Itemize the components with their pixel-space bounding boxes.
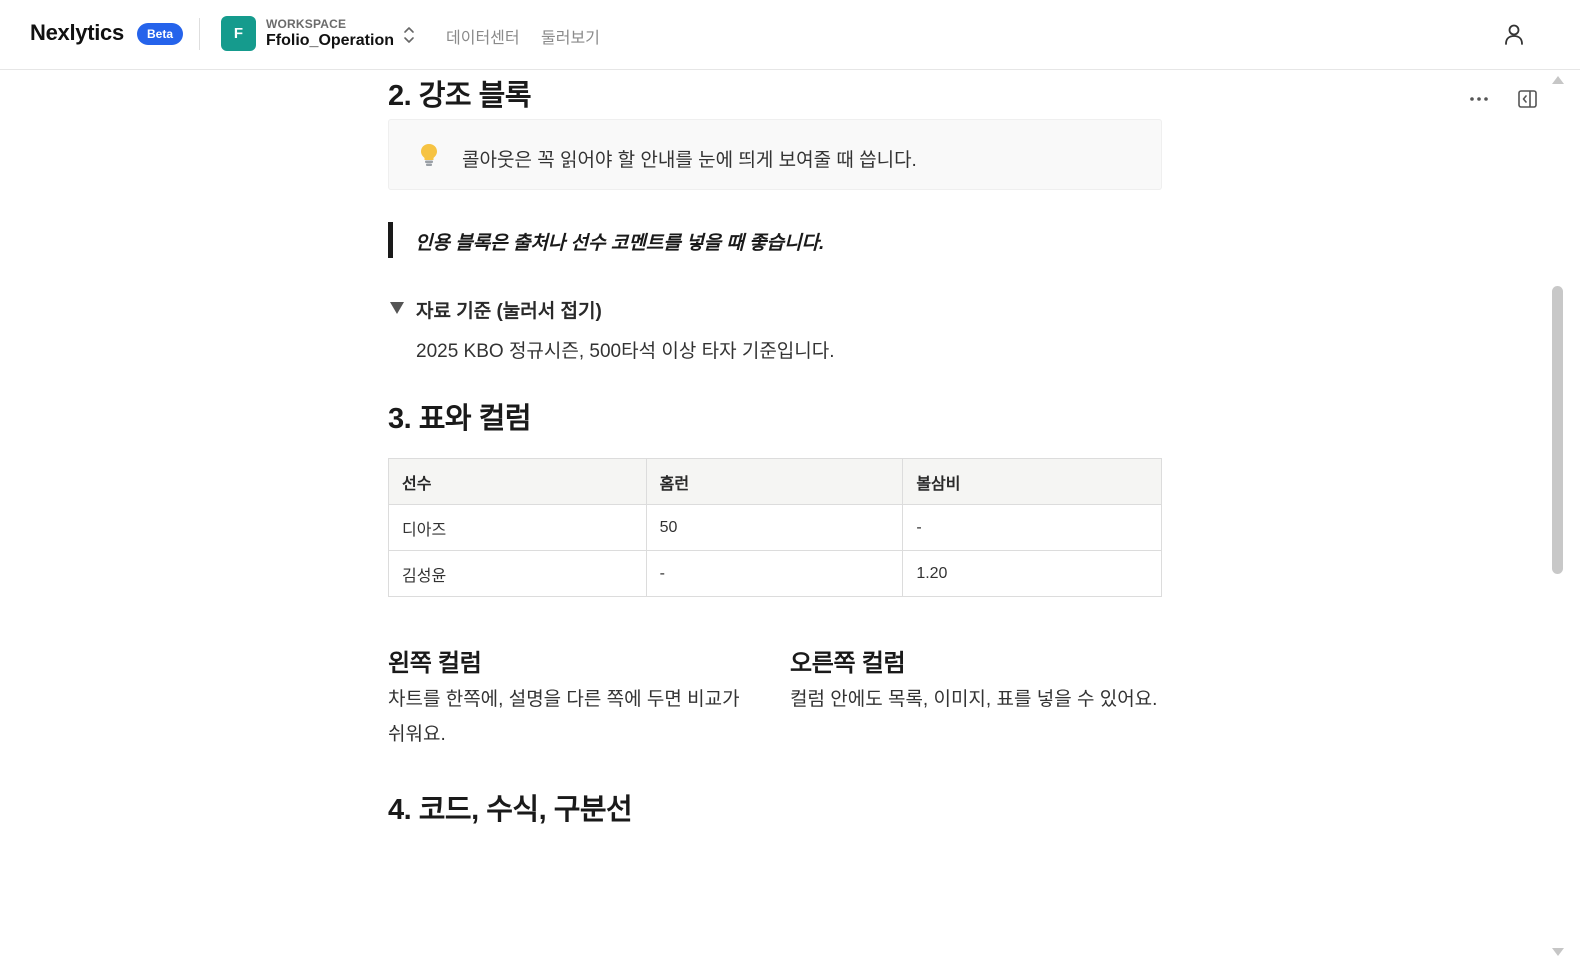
vertical-scrollbar[interactable] [1548,70,1568,968]
quote-block[interactable]: 인용 블록은 출처나 선수 코멘트를 넣을 때 좋습니다. [388,222,1162,258]
workspace-name[interactable]: Ffolio_Operation [266,32,394,50]
workspace-switcher-button[interactable] [400,24,418,46]
table-cell[interactable]: - [645,550,904,597]
more-horizontal-icon [1470,97,1488,101]
workspace-caption: WORKSPACE [266,17,347,31]
table-header-cell[interactable]: 홈런 [645,458,904,505]
right-column-text: 컬럼 안에도 목록, 이미지, 표를 넣을 수 있어요. [790,689,1158,710]
more-options-button[interactable] [1466,86,1494,110]
app-logo[interactable]: Nexlytics [30,20,124,46]
right-column-title: 오른쪽 컬럼 [790,650,906,677]
table-row: 김성윤 - 1.20 [388,550,1162,597]
table-cell[interactable]: - [902,504,1162,551]
toggle-side-panel-button[interactable] [1515,86,1541,112]
scroll-down-arrow[interactable] [1552,948,1564,956]
table-cell[interactable]: 50 [645,504,904,551]
beta-badge: Beta [137,23,183,45]
table-row: 디아즈 50 - [388,504,1162,551]
left-column-text: 차트를 한쪽에, 설명을 다른 쪽에 두면 비교가 쉬워요. [388,689,740,745]
user-icon [1505,24,1523,45]
scroll-up-arrow[interactable] [1552,76,1564,84]
nav-explore[interactable]: 둘러보기 [541,24,600,48]
callout-text: 콜아웃은 꼭 읽어야 할 안내를 눈에 띄게 보여줄 때 씁니다. [462,150,917,171]
user-menu-button[interactable] [1500,20,1528,48]
table-header-cell[interactable]: 볼삼비 [902,458,1162,505]
header-divider [199,18,200,50]
toggle-block-content: 2025 KBO 정규시즌, 500타석 이상 타자 기준입니다. [416,341,835,362]
left-column-title: 왼쪽 컬럼 [388,650,482,677]
workspace-avatar[interactable]: F [221,16,256,51]
section-heading-highlight-blocks: 2. 강조 블록 [388,80,532,112]
player-stats-table: 선수 홈런 볼삼비 디아즈 50 - 김성윤 - 1.20 [388,458,1162,597]
callout-block[interactable]: 콜아웃은 꼭 읽어야 할 안내를 눈에 띄게 보여줄 때 씁니다. [388,119,1162,190]
nav-data-center[interactable]: 데이터센터 [446,24,520,48]
lightbulb-icon [419,142,439,168]
collapse-panel-icon [1518,90,1537,108]
scrollbar-thumb[interactable] [1552,286,1563,574]
section-heading-code-math-divider: 4. 코드, 수식, 구분선 [388,794,633,826]
section-heading-table-columns: 3. 표와 컬럼 [388,403,532,435]
toggle-block-title[interactable]: 자료 기준 (눌러서 접기) [416,296,602,323]
top-navigation-bar: Nexlytics Beta F WORKSPACE Ffolio_Operat… [0,0,1580,70]
table-cell[interactable]: 김성윤 [388,550,647,597]
quote-text: 인용 블록은 출처나 선수 코멘트를 넣을 때 좋습니다. [415,233,825,254]
toggle-triangle-icon[interactable] [390,302,404,314]
table-header-row: 선수 홈런 볼삼비 [388,458,1162,505]
chevron-up-down-icon [404,27,414,43]
table-header-cell[interactable]: 선수 [388,458,647,505]
table-cell[interactable]: 1.20 [902,550,1162,597]
table-cell[interactable]: 디아즈 [388,504,647,551]
